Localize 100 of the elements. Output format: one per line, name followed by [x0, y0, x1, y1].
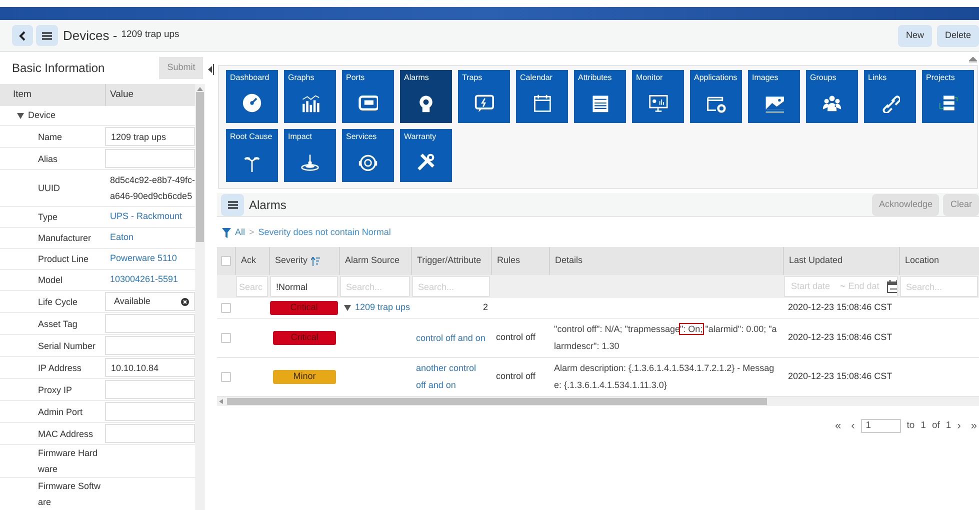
- tree-toggle-icon[interactable]: [17, 112, 24, 118]
- checkbox[interactable]: [221, 303, 231, 313]
- filter-icon[interactable]: [222, 228, 231, 238]
- checkbox[interactable]: [221, 372, 231, 382]
- pager-text: 1: [920, 419, 926, 434]
- value-link[interactable]: 103004261-5591: [110, 273, 178, 287]
- back-button[interactable]: [12, 25, 33, 46]
- collapse-handle-icon[interactable]: [208, 64, 214, 75]
- nav-tile[interactable]: Calendar: [516, 70, 568, 123]
- next-page-button[interactable]: ›: [957, 418, 961, 434]
- nav-tile[interactable]: Links: [864, 70, 916, 123]
- value-link[interactable]: UPS - Rackmount: [110, 210, 182, 224]
- column-header[interactable]: Severity: [275, 254, 308, 268]
- nav-tile[interactable]: Warranty: [400, 129, 452, 182]
- text-field[interactable]: 1209 trap ups: [105, 127, 196, 146]
- select-value: Available: [114, 294, 150, 308]
- collapse-up-icon[interactable]: [969, 57, 977, 63]
- tile-icon: [416, 152, 436, 172]
- pager-text: to: [906, 419, 915, 434]
- nav-tile[interactable]: Services: [342, 129, 394, 182]
- field-label: MAC Address: [37, 428, 94, 440]
- severity-badge: Minor: [273, 370, 336, 384]
- severity-badge: Critical: [273, 331, 336, 345]
- text-field[interactable]: [105, 336, 196, 355]
- nav-tile[interactable]: Root Cause: [226, 129, 278, 182]
- field-label: Serial Number: [37, 340, 97, 352]
- header-button[interactable]: New: [898, 24, 932, 46]
- value-link[interactable]: Eaton: [110, 231, 134, 245]
- checkbox[interactable]: [221, 256, 231, 266]
- tile-icon: [358, 152, 378, 172]
- nav-tile[interactable]: Ports: [342, 70, 394, 123]
- field-label: Asset Tag: [37, 318, 78, 331]
- scrollbar[interactable]: [195, 84, 206, 510]
- clear-icon[interactable]: [181, 298, 190, 306]
- nav-tile[interactable]: Images: [748, 70, 800, 123]
- nav-tile[interactable]: Applications: [690, 70, 742, 123]
- nav-tile[interactable]: Impact: [284, 129, 336, 182]
- nav-tile[interactable]: Traps: [458, 70, 510, 123]
- expand-toggle-icon[interactable]: [344, 305, 351, 311]
- details-text: "control off": N/A; "trapmessage": On; "alarmid": 0.00; "alarmdescr": 1.30: [554, 323, 778, 353]
- tile-icon: [474, 93, 494, 113]
- tile-icon: [938, 93, 958, 113]
- tile-icon: [358, 93, 378, 113]
- nav-tile[interactable]: Alarms: [400, 70, 452, 123]
- field-label: Firmware Software: [37, 480, 102, 509]
- menu-button[interactable]: [36, 25, 58, 46]
- column-header[interactable]: Ack: [241, 254, 256, 268]
- nav-tile[interactable]: Monitor: [632, 70, 684, 123]
- select-field[interactable]: Available: [105, 292, 196, 311]
- nav-tile[interactable]: Dashboard: [226, 70, 278, 123]
- text-field[interactable]: [105, 149, 196, 168]
- text-field[interactable]: [105, 314, 196, 333]
- sort-icon[interactable]: [310, 256, 320, 266]
- tile-icon: [242, 93, 262, 113]
- pager-text: of: [932, 419, 940, 434]
- field-label: Model: [37, 274, 64, 287]
- text-field[interactable]: [105, 380, 196, 399]
- calendar-icon[interactable]: [887, 280, 897, 293]
- scroll-thumb[interactable]: [196, 92, 204, 242]
- column-header[interactable]: Trigger/Attribute: [417, 254, 482, 268]
- filter-link[interactable]: All: [235, 226, 246, 240]
- nav-tile[interactable]: Graphs: [284, 70, 336, 123]
- group-label[interactable]: Device: [28, 108, 56, 122]
- text-field[interactable]: [105, 402, 196, 421]
- field-label: Firmware Hardware: [37, 447, 99, 476]
- group-link[interactable]: 1209 trap ups: [355, 301, 410, 315]
- table-cell-text: control off: [495, 331, 536, 344]
- column-header[interactable]: Location: [905, 254, 940, 268]
- field-label: Proxy IP: [37, 384, 74, 397]
- last-page-button[interactable]: »: [970, 418, 977, 434]
- menu-button[interactable]: [221, 194, 244, 216]
- nav-tile[interactable]: Attributes: [574, 70, 626, 123]
- page-title: Devices -: [63, 26, 118, 45]
- filter-field[interactable]: !Normal: [270, 276, 338, 297]
- first-page-button[interactable]: «: [834, 418, 842, 434]
- text-field[interactable]: [105, 424, 196, 443]
- trigger-link[interactable]: control off and on: [416, 330, 486, 346]
- checkbox[interactable]: [221, 333, 231, 343]
- column-header[interactable]: Alarm Source: [345, 254, 400, 268]
- value-link[interactable]: Powerware 5110: [110, 252, 177, 266]
- field-label: Life Cycle: [37, 296, 79, 309]
- page-field[interactable]: 1: [860, 419, 901, 434]
- text-field[interactable]: 10.10.10.84: [105, 358, 196, 377]
- pager-text: 1: [946, 419, 952, 434]
- field-value: 8d5c4c92-e8b7-49fc-a646-90ed9cb6cde5: [110, 174, 196, 203]
- header-button[interactable]: Delete: [936, 24, 979, 46]
- filter-condition[interactable]: Severity does not contain Normal: [258, 226, 391, 240]
- nav-tile[interactable]: Groups: [806, 70, 858, 123]
- nav-tile[interactable]: Projects: [922, 70, 974, 123]
- column-header[interactable]: Rules: [497, 254, 520, 268]
- trigger-link[interactable]: another control off and on: [416, 360, 486, 394]
- date-cell-text: 2020-12-23 15:08:46 CST: [787, 301, 894, 314]
- field-label: Name: [37, 130, 64, 144]
- previous-page-button[interactable]: ‹: [851, 418, 855, 434]
- tile-icon: [532, 93, 552, 113]
- field-label: UUID: [37, 182, 61, 195]
- tile-icon: [822, 93, 842, 113]
- column-header[interactable]: Last Updated: [789, 254, 843, 268]
- column-header[interactable]: Details: [555, 254, 583, 268]
- scroll-thumb[interactable]: [227, 398, 767, 405]
